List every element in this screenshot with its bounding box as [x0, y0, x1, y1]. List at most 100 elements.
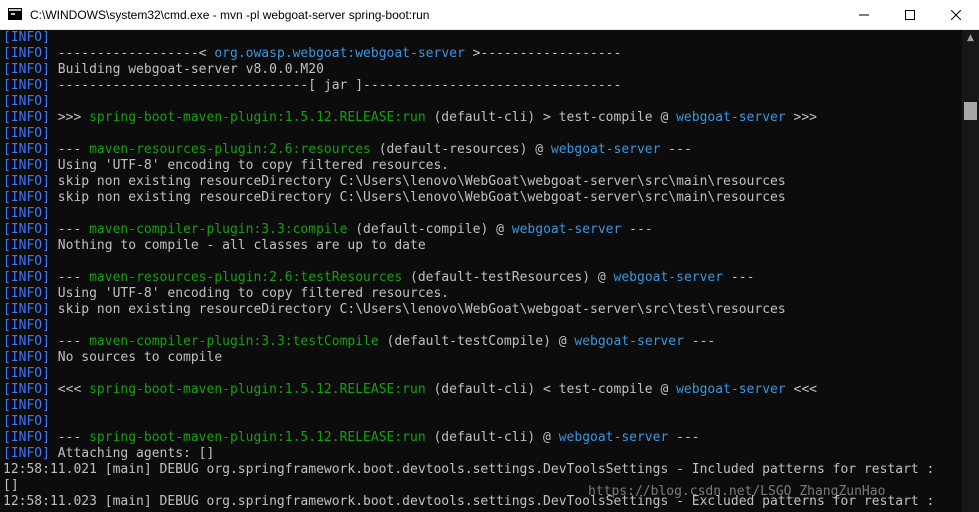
console-text: ---: [668, 430, 700, 445]
console-text: maven-resources-plugin:2.6:resources: [89, 142, 371, 157]
console-line: 12:58:11.021 [main] DEBUG org.springfram…: [3, 462, 962, 478]
console-line: [INFO]: [3, 254, 962, 270]
info-log-tag: [INFO]: [3, 158, 50, 173]
console-text: (default-cli) > test-compile @: [425, 110, 677, 125]
info-log-tag: [INFO]: [3, 126, 50, 141]
info-log-tag: [INFO]: [3, 254, 50, 269]
info-log-tag: [INFO]: [3, 366, 50, 381]
console-text: spring-boot-maven-plugin:1.5.12.RELEASE:…: [89, 110, 426, 125]
console-text: ---: [621, 222, 653, 237]
console-text: >>>: [49, 110, 90, 125]
info-log-tag: [INFO]: [3, 190, 50, 205]
title-bar[interactable]: C:\WINDOWS\system32\cmd.exe - mvn -pl we…: [0, 0, 979, 30]
console-line: [INFO] --- maven-resources-plugin:2.6:re…: [3, 142, 962, 158]
console-line: [INFO] --------------------------------[…: [3, 78, 962, 94]
console-line: [INFO] <<< spring-boot-maven-plugin:1.5.…: [3, 382, 962, 398]
console-text: Using 'UTF-8' encoding to copy filtered …: [49, 286, 450, 301]
console-text: org.owasp.webgoat:webgoat-server: [214, 46, 465, 61]
console-text: ---: [49, 334, 90, 349]
info-log-tag: [INFO]: [3, 174, 50, 189]
console-text: --------------------------------[ jar ]-…: [49, 78, 622, 93]
console-text: ---: [49, 142, 90, 157]
maximize-button[interactable]: [887, 0, 933, 30]
console-text: ---: [660, 142, 692, 157]
info-log-tag: [INFO]: [3, 350, 50, 365]
console-line: [INFO]: [3, 318, 962, 334]
info-log-tag: [INFO]: [3, 110, 50, 125]
console-line: [INFO] skip non existing resourceDirecto…: [3, 190, 962, 206]
info-log-tag: [INFO]: [3, 270, 50, 285]
console-line: [INFO] Nothing to compile - all classes …: [3, 238, 962, 254]
console-text: skip non existing resourceDirectory C:\U…: [49, 190, 786, 205]
console-line: [INFO] --- maven-resources-plugin:2.6:te…: [3, 270, 962, 286]
console-line: [INFO] --- spring-boot-maven-plugin:1.5.…: [3, 430, 962, 446]
minimize-button[interactable]: [841, 0, 887, 30]
console-text: No sources to compile: [49, 350, 223, 365]
console-text: ---: [683, 334, 716, 349]
info-log-tag: [INFO]: [3, 430, 50, 445]
console-text: Building webgoat-server v8.0.0.M20: [49, 62, 324, 77]
console-output[interactable]: [INFO] [INFO] ------------------< org.owa…: [0, 30, 962, 512]
console-line: [INFO]: [3, 414, 962, 430]
window-title: C:\WINDOWS\system32\cmd.exe - mvn -pl we…: [30, 8, 430, 22]
info-log-tag: [INFO]: [3, 46, 50, 61]
console-text: webgoat-server: [574, 334, 684, 349]
console-line: [INFO]: [3, 94, 962, 110]
console-text: maven-compiler-plugin:3.3:compile: [89, 222, 348, 237]
console-line: [INFO]: [3, 30, 962, 46]
console-text: (default-resources) @: [370, 142, 551, 157]
console-text: Nothing to compile - all classes are up …: [49, 238, 426, 253]
console-text: ---: [49, 430, 90, 445]
info-log-tag: [INFO]: [3, 318, 50, 333]
console-line: [INFO] Using 'UTF-8' encoding to copy fi…: [3, 158, 962, 174]
console-text: <<<: [785, 382, 818, 397]
info-log-tag: [INFO]: [3, 206, 50, 221]
scroll-up-arrow-icon[interactable]: ▲: [962, 30, 979, 47]
info-log-tag: [INFO]: [3, 334, 50, 349]
console-text: webgoat-server: [550, 142, 661, 157]
watermark: https://blog.csdn.net/LSGO_ZhangZunHao: [588, 484, 886, 499]
scrollbar-thumb[interactable]: [964, 102, 977, 120]
console-text: Using 'UTF-8' encoding to copy filtered …: [49, 158, 450, 173]
info-log-tag: [INFO]: [3, 62, 50, 77]
console-line: [INFO] ------------------< org.owasp.web…: [3, 46, 962, 62]
console-text: skip non existing resourceDirectory C:\U…: [49, 174, 786, 189]
info-log-tag: [INFO]: [3, 446, 50, 461]
info-log-tag: [INFO]: [3, 142, 50, 157]
vertical-scrollbar[interactable]: ▲: [962, 30, 979, 512]
console-text: (default-cli) < test-compile @: [425, 382, 677, 397]
console-text: (default-testResources) @: [402, 270, 614, 285]
console-text: webgoat-server: [676, 110, 786, 125]
console-text: spring-boot-maven-plugin:1.5.12.RELEASE:…: [89, 430, 426, 445]
console-line: [INFO] Using 'UTF-8' encoding to copy fi…: [3, 286, 962, 302]
console-text: []: [3, 478, 19, 493]
info-log-tag: [INFO]: [3, 398, 50, 413]
close-button[interactable]: [933, 0, 979, 30]
console-text: maven-resources-plugin:2.6:testResources: [89, 270, 403, 285]
console-text: webgoat-server: [558, 430, 669, 445]
console-text: (default-cli) @: [425, 430, 559, 445]
console-text: maven-compiler-plugin:3.3:testCompile: [89, 334, 379, 349]
console-text: webgoat-server: [613, 270, 724, 285]
console-line: [INFO] Building webgoat-server v8.0.0.M2…: [3, 62, 962, 78]
console-text: 12:58:11.021 [main] DEBUG org.springfram…: [3, 462, 935, 477]
console-text: spring-boot-maven-plugin:1.5.12.RELEASE:…: [89, 382, 426, 397]
console-line: [INFO]: [3, 206, 962, 222]
info-log-tag: [INFO]: [3, 30, 50, 45]
info-log-tag: [INFO]: [3, 94, 50, 109]
console-line: [INFO] skip non existing resourceDirecto…: [3, 302, 962, 318]
info-log-tag: [INFO]: [3, 78, 50, 93]
console-app-icon[interactable]: [8, 8, 22, 20]
info-log-tag: [INFO]: [3, 286, 50, 301]
minimize-icon: [859, 14, 869, 16]
console-text: ---: [723, 270, 755, 285]
console-text: >------------------: [464, 46, 622, 61]
console-line: [INFO] --- maven-compiler-plugin:3.3:com…: [3, 222, 962, 238]
console-text: ------------------<: [49, 46, 215, 61]
console-line: [INFO] No sources to compile: [3, 350, 962, 366]
console-text: ---: [49, 222, 90, 237]
console-line: [INFO]: [3, 398, 962, 414]
info-log-tag: [INFO]: [3, 382, 50, 397]
console-text: <<<: [49, 382, 90, 397]
info-log-tag: [INFO]: [3, 222, 50, 237]
